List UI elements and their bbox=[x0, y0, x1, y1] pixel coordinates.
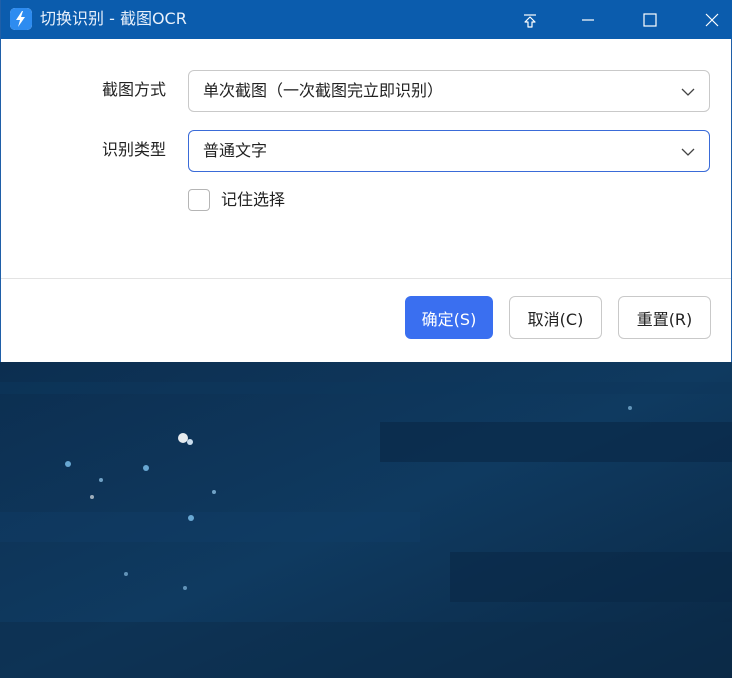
remember-choice-checkbox[interactable] bbox=[188, 189, 210, 211]
close-button[interactable] bbox=[689, 0, 732, 39]
chevron-down-icon bbox=[681, 148, 695, 156]
reset-button[interactable]: 重置(R) bbox=[618, 296, 711, 339]
cancel-button[interactable]: 取消(C) bbox=[509, 296, 602, 339]
recognition-type-select[interactable]: 普通文字 bbox=[188, 130, 710, 172]
capture-mode-select[interactable]: 单次截图（一次截图完立即识别） bbox=[188, 70, 710, 112]
title-bar[interactable]: 切换识别 - 截图OCR bbox=[1, 0, 732, 39]
minimize-icon bbox=[582, 18, 594, 21]
maximize-icon bbox=[643, 12, 657, 27]
dialog-window: 切换识别 - 截图OCR 截图方式 单次截图（一次截图完立即识别） 识别类型 普… bbox=[0, 0, 732, 362]
chevron-down-icon bbox=[681, 88, 695, 96]
capture-mode-value: 单次截图（一次截图完立即识别） bbox=[203, 81, 444, 100]
window-title: 切换识别 - 截图OCR bbox=[40, 9, 187, 28]
maximize-button[interactable] bbox=[627, 0, 673, 39]
ok-button[interactable]: 确定(S) bbox=[405, 296, 493, 339]
desktop-wallpaper bbox=[0, 362, 732, 678]
remember-choice-label[interactable]: 记住选择 bbox=[221, 189, 285, 211]
app-logo-icon bbox=[10, 8, 32, 30]
recognition-type-label: 识别类型 bbox=[101, 140, 166, 159]
footer-divider bbox=[1, 278, 731, 279]
pin-icon bbox=[524, 13, 536, 28]
capture-mode-label: 截图方式 bbox=[101, 80, 166, 99]
minimize-button[interactable] bbox=[565, 0, 611, 39]
recognition-type-value: 普通文字 bbox=[203, 141, 268, 160]
close-icon bbox=[705, 13, 719, 26]
pin-button[interactable] bbox=[507, 0, 553, 39]
